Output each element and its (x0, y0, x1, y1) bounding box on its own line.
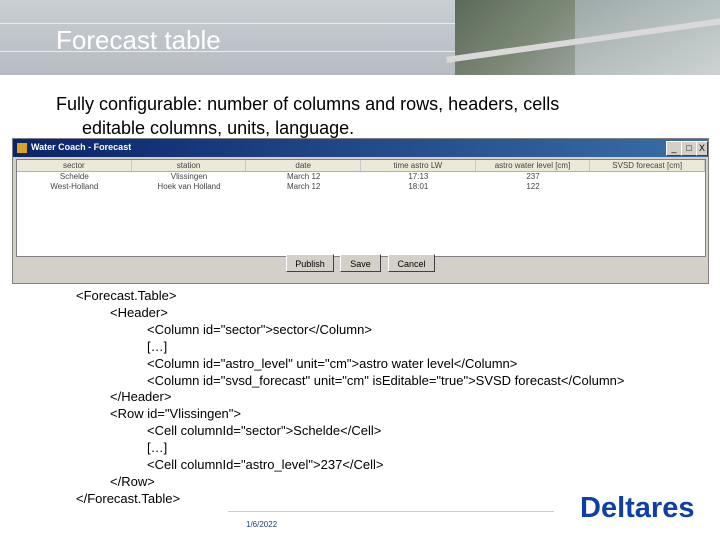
table-cell: Vlissingen (170, 172, 208, 181)
table-cell: Schelde (59, 172, 89, 181)
cancel-button[interactable]: Cancel (388, 254, 435, 272)
code-line: </Forecast.Table> (76, 490, 181, 506)
window-titlebar[interactable]: Water Coach - Forecast _ □ X (13, 139, 708, 157)
table-cell: West-Holland (50, 182, 99, 191)
table-cell: 122 (526, 182, 540, 191)
banner-rule-top (0, 23, 455, 24)
table-row[interactable]: Schelde Vlissingen March 12 17:13 237 (17, 172, 705, 182)
code-line: <Column id="sector">sector</Column> (147, 321, 372, 337)
code-line: </Header> (110, 389, 172, 405)
minimize-button[interactable]: _ (666, 141, 682, 156)
app-icon (17, 143, 27, 153)
table-cell: March 12 (287, 182, 321, 191)
code-line: <Header> (110, 304, 168, 320)
forecast-grid[interactable]: sector station date time astro LW astro … (16, 159, 706, 257)
deltares-logo: Deltares (580, 492, 695, 524)
footer-divider (228, 511, 554, 512)
table-cell-editable[interactable] (590, 182, 705, 192)
table-cell-editable[interactable] (590, 172, 705, 182)
code-line: […] (147, 440, 168, 456)
column-header[interactable]: date (246, 160, 362, 171)
subtitle-line-2: editable columns, units, language. (82, 118, 355, 138)
table-row[interactable]: West-Holland Hoek van Holland March 12 1… (17, 182, 705, 192)
publish-button[interactable]: Publish (286, 254, 334, 272)
column-header[interactable]: astro water level [cm] (476, 160, 591, 171)
code-line: […] (147, 338, 168, 354)
xml-config-snippet: <Forecast.Table> <Header> <Column id="se… (76, 288, 625, 508)
table-cell: 18:01 (408, 182, 429, 191)
slide-title: Forecast table (56, 25, 221, 55)
table-cell: 17:13 (408, 172, 429, 181)
window-title: Water Coach - Forecast (31, 142, 132, 152)
code-line: <Cell columnId="sector">Schelde</Cell> (147, 423, 382, 439)
title-banner: Forecast table (0, 0, 720, 75)
code-line: <Row id="Vlissingen"> (110, 406, 241, 422)
maximize-button[interactable]: □ (681, 141, 697, 156)
code-line: <Forecast.Table> (76, 288, 177, 303)
table-cell: Hoek van Holland (157, 182, 221, 191)
column-header[interactable]: SVSD forecast [cm] (590, 160, 706, 171)
column-header[interactable]: time astro LW (361, 160, 476, 171)
code-line: <Column id="svsd_forecast" unit="cm" isE… (147, 372, 625, 388)
slide-subtitle: Fully configurable: number of columns an… (56, 92, 676, 140)
table-cell: 237 (526, 172, 540, 181)
aerial-bridge-photo (446, 0, 720, 75)
table-cell: March 12 (287, 172, 321, 181)
column-header[interactable]: station (132, 160, 247, 171)
slide-date: 1/6/2022 (246, 520, 278, 529)
code-line: </Row> (110, 473, 155, 489)
subtitle-line-1: Fully configurable: number of columns an… (56, 94, 560, 114)
column-header[interactable]: sector (17, 160, 132, 171)
code-line: <Cell columnId="astro_level">237</Cell> (147, 457, 384, 473)
grid-header: sector station date time astro LW astro … (17, 160, 706, 172)
code-line: <Column id="astro_level" unit="cm">astro… (147, 355, 518, 371)
save-button[interactable]: Save (340, 254, 381, 272)
close-button[interactable]: X (696, 141, 708, 156)
